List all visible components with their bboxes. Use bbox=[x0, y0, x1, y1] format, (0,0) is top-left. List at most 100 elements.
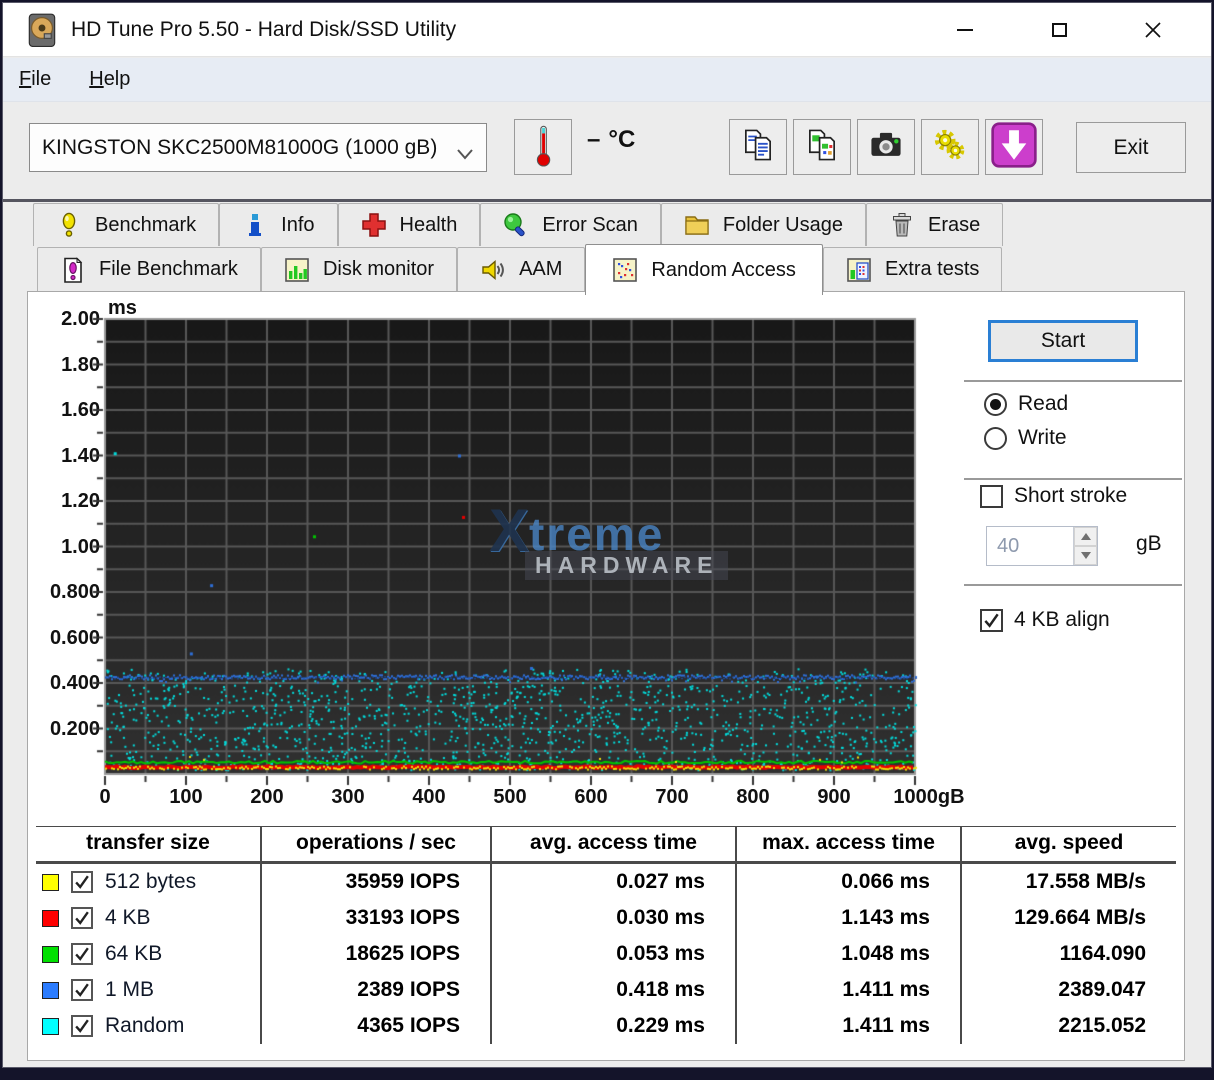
kb-align-label: 4 KB align bbox=[1014, 608, 1110, 631]
y-axis-tick-label: 1.00 bbox=[61, 535, 100, 558]
tab-disk-monitor[interactable]: Disk monitor bbox=[260, 247, 458, 291]
menu-help[interactable]: Help bbox=[89, 68, 130, 91]
tab-label: Disk monitor bbox=[322, 258, 435, 280]
series-color-swatch bbox=[42, 981, 59, 999]
short-stroke-checkbox[interactable] bbox=[980, 484, 1003, 508]
y-axis-tick-label: 2.00 bbox=[61, 308, 100, 330]
read-radio[interactable] bbox=[984, 392, 1007, 416]
tab-error-scan[interactable]: Error Scan bbox=[480, 203, 661, 246]
tab-label: Erase bbox=[927, 213, 981, 236]
minimize-icon bbox=[957, 28, 973, 31]
separator bbox=[964, 584, 1182, 586]
operations-value: 18625 IOPS bbox=[262, 936, 492, 972]
thermometer-icon bbox=[532, 123, 554, 172]
kb-align-checkbox[interactable] bbox=[980, 608, 1003, 632]
tab-random-access[interactable]: Random Access bbox=[585, 244, 823, 295]
y-axis-tick-label: 0.200 bbox=[49, 717, 100, 740]
benchmark-icon bbox=[56, 212, 82, 238]
tab-erase[interactable]: Erase bbox=[865, 203, 1004, 246]
window-title: HD Tune Pro 5.50 - Hard Disk/SSD Utility bbox=[71, 17, 457, 41]
minimize-button[interactable] bbox=[935, 8, 995, 52]
tab-health[interactable]: Health bbox=[337, 203, 481, 246]
temperature-unit: °C bbox=[608, 126, 636, 153]
copy-image-button[interactable] bbox=[793, 119, 851, 175]
menu-bar: File Help bbox=[3, 58, 1211, 102]
spin-down-button[interactable] bbox=[1074, 546, 1097, 565]
operations-value: 35959 IOPS bbox=[262, 864, 492, 900]
tab-aam[interactable]: AAM bbox=[457, 247, 586, 291]
column-header: avg. access time bbox=[492, 826, 737, 864]
tab-extra-tests[interactable]: Extra tests bbox=[822, 247, 1003, 291]
max-access-value: 1.048 ms bbox=[737, 936, 962, 972]
tab-label: Random Access bbox=[651, 258, 796, 281]
temperature-button[interactable] bbox=[514, 119, 572, 175]
menu-file-initial: F bbox=[19, 68, 32, 90]
series-color-swatch bbox=[42, 873, 59, 891]
operations-value: 4365 IOPS bbox=[262, 1008, 492, 1044]
max-access-value: 1.411 ms bbox=[737, 972, 962, 1008]
tab-label: Info bbox=[281, 213, 315, 236]
random-access-panel: ms 2.00 1.80 1.60 1.40 1.20 1.00 0.800 0.600 0.4… bbox=[27, 291, 1185, 1061]
screenshot-button[interactable] bbox=[857, 119, 915, 175]
short-stroke-option: Short stroke bbox=[980, 484, 1127, 508]
avg-speed-value: 129.664 MB/s bbox=[1014, 906, 1146, 929]
start-button[interactable]: Start bbox=[988, 320, 1138, 362]
copy-text-button[interactable] bbox=[729, 119, 787, 175]
tab-file-benchmark[interactable]: File Benchmark bbox=[37, 247, 261, 291]
tab-label: Extra tests bbox=[884, 258, 980, 280]
avg-speed-value: 1164.090 bbox=[1059, 942, 1146, 965]
save-results-button[interactable] bbox=[985, 119, 1043, 175]
maximize-button[interactable] bbox=[1029, 8, 1089, 52]
series-checkbox[interactable] bbox=[71, 979, 93, 1001]
series-checkbox[interactable] bbox=[71, 871, 93, 893]
short-stroke-unit-label: gB bbox=[1136, 532, 1162, 555]
write-radio[interactable] bbox=[984, 426, 1007, 450]
transfer-size-label: Random bbox=[105, 1014, 185, 1037]
operations-value: 33193 IOPS bbox=[262, 900, 492, 936]
read-option: Read bbox=[984, 392, 1068, 416]
close-button[interactable] bbox=[1123, 8, 1183, 52]
access-time-chart bbox=[91, 317, 919, 789]
toolbar-buttons bbox=[729, 119, 1043, 175]
tab-benchmark[interactable]: Benchmark bbox=[33, 203, 220, 246]
y-axis-tick-label: 0.800 bbox=[49, 581, 100, 603]
y-axis-tick-label: 1.60 bbox=[61, 399, 100, 421]
tab-folder-usage[interactable]: Folder Usage bbox=[660, 203, 866, 246]
table-row-transfer-size: 512 bytes bbox=[36, 864, 262, 900]
column-header: avg. speed bbox=[962, 826, 1176, 864]
tab-label: AAM bbox=[519, 258, 563, 280]
copy-image-icon bbox=[805, 128, 839, 167]
menu-file[interactable]: File bbox=[19, 68, 51, 91]
series-checkbox[interactable] bbox=[71, 943, 93, 965]
spin-up-button[interactable] bbox=[1074, 527, 1097, 546]
max-access-value: 1.143 ms bbox=[737, 900, 962, 936]
transfer-size-label: 64 KB bbox=[105, 942, 163, 965]
exit-button[interactable]: Exit bbox=[1076, 122, 1186, 173]
tab-strip: Benchmark Info Health Error Scan Folder Usag… bbox=[3, 202, 1211, 295]
settings-button[interactable] bbox=[921, 119, 979, 175]
avg-access-value: 0.418 ms bbox=[492, 972, 737, 1008]
short-stroke-size-input[interactable]: 40 bbox=[986, 526, 1098, 566]
y-axis-tick-label: 0.400 bbox=[49, 672, 100, 694]
download-icon bbox=[991, 121, 1037, 173]
avg-access-value: 0.053 ms bbox=[492, 936, 737, 972]
menu-help-initial: H bbox=[89, 68, 104, 90]
y-axis-tick-label: 0.600 bbox=[49, 626, 100, 649]
temperature-value: – bbox=[587, 126, 601, 153]
folder-usage-icon bbox=[684, 212, 710, 238]
drive-select[interactable]: KINGSTON SKC2500M81000G (1000 gB) bbox=[29, 123, 487, 172]
column-header: transfer size bbox=[36, 826, 262, 864]
info-icon bbox=[242, 212, 268, 238]
maximize-icon bbox=[1051, 22, 1067, 37]
tab-label: File Benchmark bbox=[99, 258, 238, 280]
column-header: operations / sec bbox=[262, 826, 492, 864]
table-row-transfer-size: 1 MB bbox=[36, 972, 262, 1008]
chevron-down-icon bbox=[456, 142, 474, 160]
tab-info[interactable]: Info bbox=[219, 203, 338, 246]
app-icon bbox=[27, 13, 57, 47]
series-checkbox[interactable] bbox=[71, 907, 93, 929]
access-time-chart-zone: ms 2.00 1.80 1.60 1.40 1.20 1.00 0.800 0.600 0.4… bbox=[28, 292, 1184, 820]
max-access-value: 0.066 ms bbox=[737, 864, 962, 900]
series-checkbox[interactable] bbox=[71, 1015, 93, 1037]
column-header: max. access time bbox=[737, 826, 962, 864]
